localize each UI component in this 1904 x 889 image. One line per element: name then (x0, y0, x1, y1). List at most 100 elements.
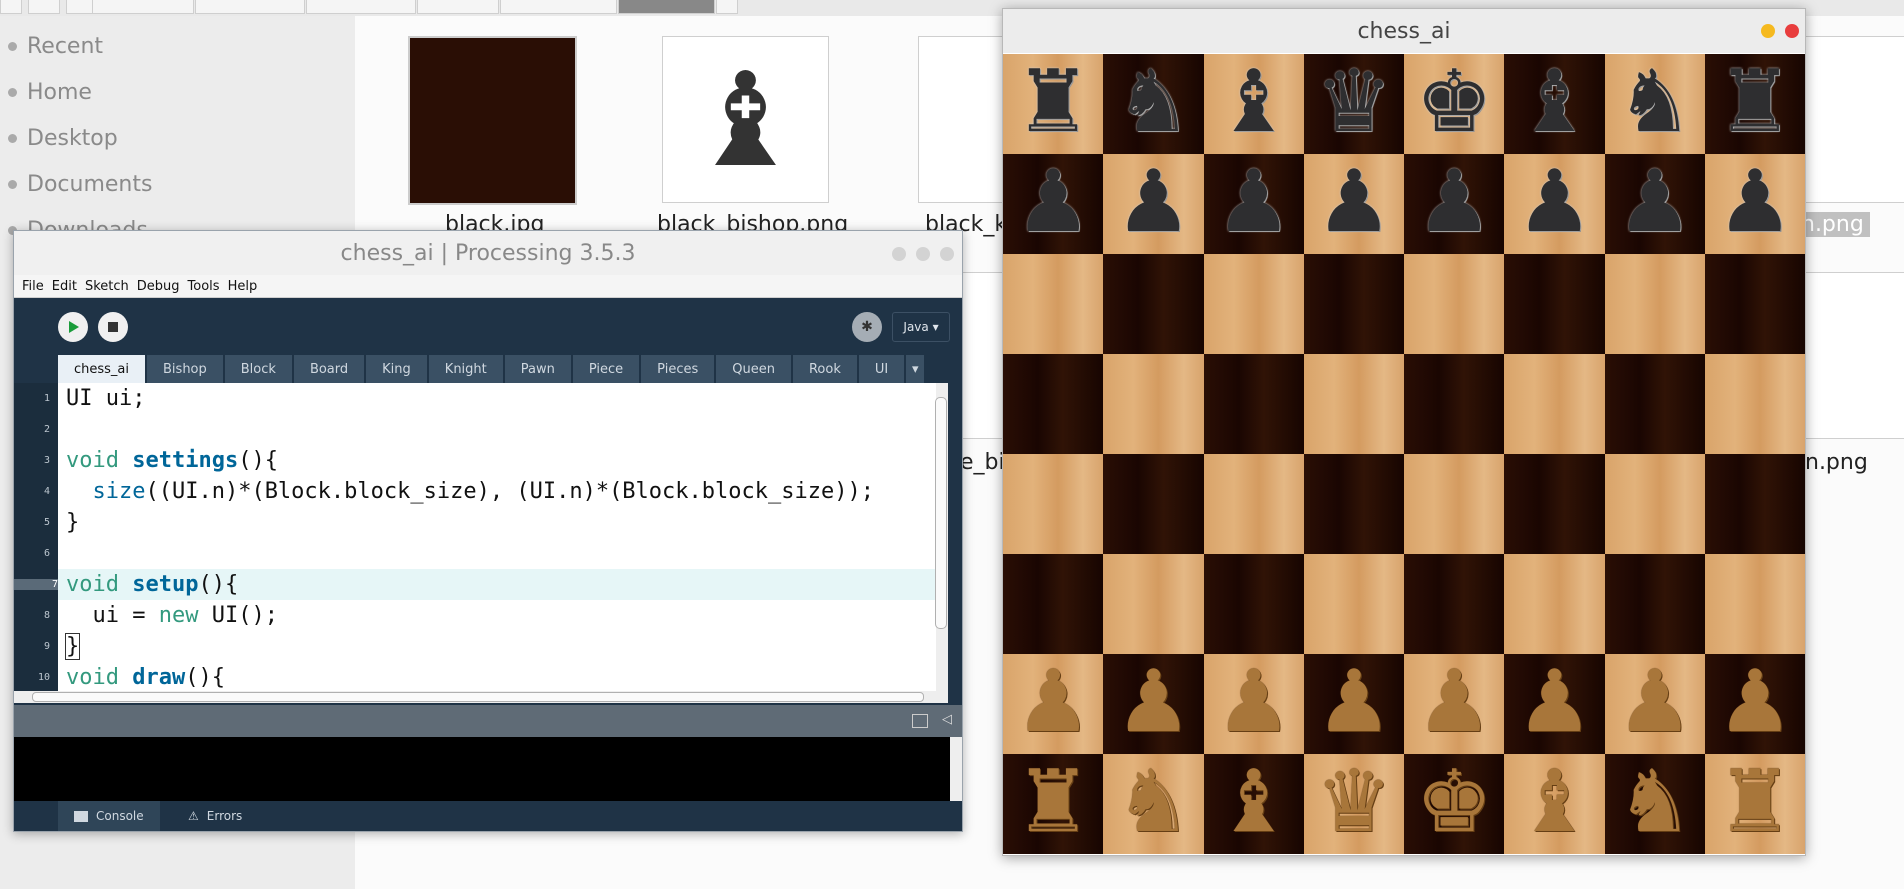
board-square[interactable]: ♟ (1504, 654, 1605, 754)
chess-piece-icon[interactable]: ♟ (1616, 654, 1693, 754)
board-square[interactable]: ♜ (1003, 754, 1104, 854)
board-square[interactable]: ♜ (1704, 54, 1805, 154)
tab-pieces[interactable]: Pieces (641, 355, 715, 383)
board-square[interactable] (1203, 254, 1304, 354)
menu-debug[interactable]: Debug (137, 279, 180, 294)
board-square[interactable] (1404, 454, 1505, 554)
fm-path-segment[interactable] (500, 0, 617, 14)
chess-piece-icon[interactable]: ♟ (1716, 154, 1793, 254)
scroll-thumb[interactable] (32, 692, 924, 702)
stop-button[interactable] (98, 312, 128, 342)
board-square[interactable]: ♝ (1203, 54, 1304, 154)
board-square[interactable] (1003, 354, 1104, 454)
board-square[interactable]: ♟ (1003, 154, 1104, 254)
board-square[interactable] (1303, 254, 1404, 354)
sidebar-item-recent[interactable]: Recent (8, 26, 103, 66)
tab-ui[interactable]: UI (858, 355, 905, 383)
menu-help[interactable]: Help (228, 279, 258, 294)
fm-path-segment[interactable] (66, 0, 94, 14)
menu-file[interactable]: File (22, 279, 44, 294)
board-square[interactable] (1604, 554, 1705, 654)
fm-path-segment[interactable] (716, 0, 738, 14)
tab-king[interactable]: King (366, 355, 427, 383)
board-square[interactable] (1003, 454, 1104, 554)
board-square[interactable] (1504, 354, 1605, 454)
debugger-button[interactable]: ✱ (852, 312, 882, 342)
board-square[interactable]: ♟ (1303, 154, 1404, 254)
board-square[interactable] (1203, 454, 1304, 554)
editor-vertical-scrollbar[interactable] (935, 383, 948, 691)
chess-piece-icon[interactable]: ♟ (1215, 654, 1292, 754)
chess-piece-icon[interactable]: ♞ (1115, 54, 1192, 154)
board-square[interactable] (1704, 354, 1805, 454)
tab-knight[interactable]: Knight (428, 355, 503, 383)
board-square[interactable]: ♟ (1704, 654, 1805, 754)
board-square[interactable]: ♟ (1404, 654, 1505, 754)
board-square[interactable]: ♟ (1003, 654, 1104, 754)
tab-bishop[interactable]: Bishop (147, 355, 223, 383)
file-label-selected[interactable]: n.png (1795, 212, 1870, 237)
board-square[interactable] (1604, 354, 1705, 454)
minimize-button[interactable] (1761, 24, 1775, 38)
board-square[interactable] (1103, 554, 1204, 654)
board-square[interactable] (1404, 554, 1505, 654)
board-square[interactable] (1003, 554, 1104, 654)
chess-piece-icon[interactable]: ♟ (1416, 654, 1493, 754)
chess-piece-icon[interactable]: ♛ (1315, 54, 1392, 154)
tab-pawn[interactable]: Pawn (504, 355, 571, 383)
board-square[interactable] (1103, 254, 1204, 354)
chess-piece-icon[interactable]: ♚ (1416, 54, 1493, 154)
menu-sketch[interactable]: Sketch (85, 279, 129, 294)
chess-piece-icon[interactable]: ♝ (1215, 754, 1292, 854)
board-square[interactable]: ♜ (1003, 54, 1104, 154)
board-square[interactable] (1003, 254, 1104, 354)
file-thumb[interactable] (1795, 36, 1904, 203)
chess-piece-icon[interactable]: ♟ (1315, 654, 1392, 754)
board-square[interactable]: ♟ (1203, 154, 1304, 254)
tab-errors[interactable]: ⚠ Errors (172, 801, 258, 831)
board-square[interactable]: ♞ (1604, 754, 1705, 854)
chess-piece-icon[interactable]: ♝ (1516, 54, 1593, 154)
chess-piece-icon[interactable]: ♟ (1115, 654, 1192, 754)
board-square[interactable] (1504, 554, 1605, 654)
board-square[interactable] (1103, 354, 1204, 454)
menu-tools[interactable]: Tools (188, 279, 220, 294)
board-square[interactable] (1303, 554, 1404, 654)
chess-piece-icon[interactable]: ♟ (1015, 654, 1092, 754)
file-label[interactable]: n.png (1805, 450, 1868, 475)
board-square[interactable]: ♜ (1704, 754, 1805, 854)
fm-nav-forward[interactable] (28, 0, 60, 14)
chess-piece-icon[interactable]: ♞ (1115, 754, 1192, 854)
board-square[interactable]: ♟ (1404, 154, 1505, 254)
board-square[interactable]: ♝ (1203, 754, 1304, 854)
board-square[interactable]: ♟ (1103, 154, 1204, 254)
fm-path-segment-current[interactable] (618, 0, 715, 14)
chess-board[interactable]: ♜ ♞ ♝ ♛ ♚ ♝ ♞ ♜ ♟ ♟ ♟ ♟ ♟ ♟ ♟ ♟ ♟ ♟ ♟ ♟ ♟ ♟ ♟ ♟ ♜ ♞ ♝ ♛ ♚ ♝ ♞ ♜ (1003, 54, 1805, 854)
fm-nav-back[interactable] (0, 0, 22, 14)
copy-icon[interactable] (912, 714, 928, 728)
code-editor[interactable]: UI ui; void settings(){ size((UI.n)*(Blo… (58, 383, 948, 691)
board-square[interactable] (1203, 554, 1304, 654)
board-square[interactable] (1203, 354, 1304, 454)
maximize-button[interactable] (916, 247, 930, 261)
tabs-overflow-button[interactable]: ▾ (906, 355, 925, 383)
board-square[interactable]: ♞ (1103, 754, 1204, 854)
board-square[interactable]: ♟ (1604, 154, 1705, 254)
board-square[interactable] (1504, 254, 1605, 354)
board-square[interactable] (1604, 254, 1705, 354)
chess-piece-icon[interactable]: ♟ (1716, 654, 1793, 754)
chess-titlebar[interactable]: chess_ai (1003, 9, 1805, 53)
tab-chess-ai[interactable]: chess_ai (58, 355, 146, 383)
sidebar-item-documents[interactable]: Documents (8, 164, 152, 204)
board-square[interactable]: ♟ (1504, 154, 1605, 254)
board-square[interactable]: ♟ (1103, 654, 1204, 754)
fm-path-segment[interactable] (417, 0, 499, 14)
chess-piece-icon[interactable]: ♟ (1516, 654, 1593, 754)
console-scrollbar[interactable] (950, 737, 962, 801)
chess-piece-icon[interactable]: ♝ (1215, 54, 1292, 154)
board-square[interactable] (1303, 354, 1404, 454)
board-square[interactable]: ♟ (1303, 654, 1404, 754)
board-square[interactable]: ♟ (1704, 154, 1805, 254)
chess-piece-icon[interactable]: ♜ (1716, 54, 1793, 154)
board-square[interactable] (1303, 454, 1404, 554)
